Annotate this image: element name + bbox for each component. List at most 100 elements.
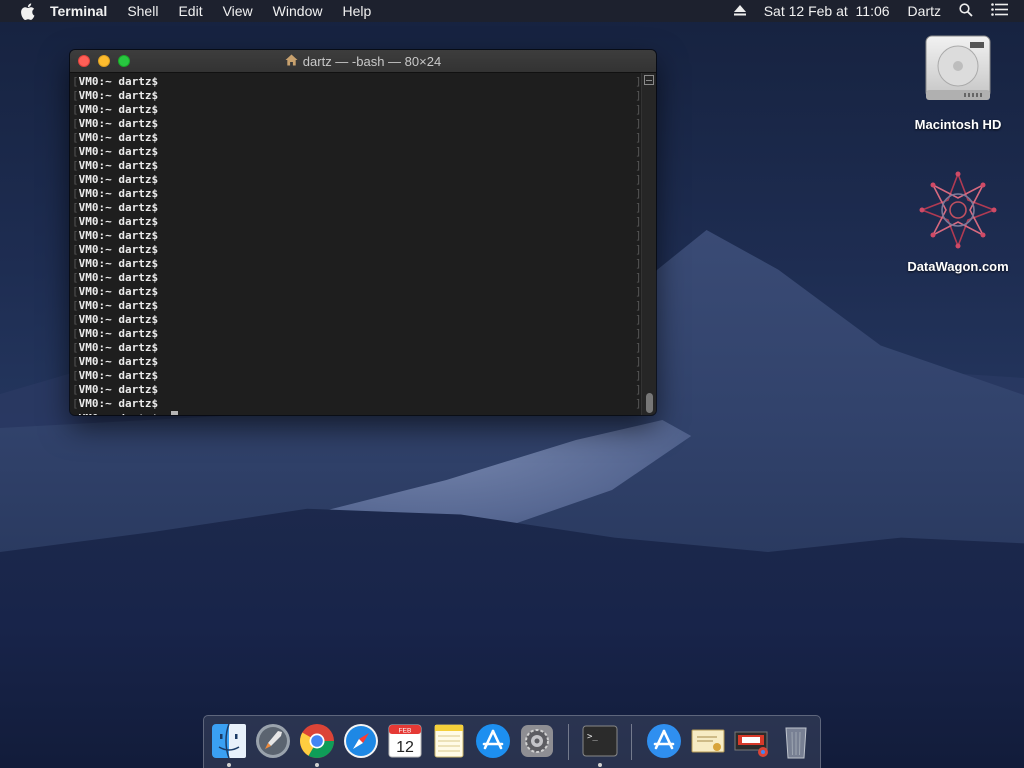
terminal-prompt: VM0:~ dartz$ bbox=[78, 215, 159, 228]
line-marker: [ bbox=[72, 299, 79, 312]
line-marker: [ bbox=[72, 89, 79, 102]
apple-icon[interactable] bbox=[20, 2, 36, 20]
dock-item-downloads[interactable] bbox=[733, 722, 771, 760]
desktop-icon-macintosh-hd[interactable]: Macintosh HD bbox=[903, 32, 1013, 132]
dock-item-safari[interactable] bbox=[342, 722, 380, 760]
dock-item-calendar[interactable]: FEB 12 bbox=[386, 722, 424, 760]
terminal-prompt: VM0:~ dartz$ bbox=[78, 201, 159, 214]
system-preferences-icon bbox=[521, 725, 553, 757]
desktop-icon-datawagon[interactable]: DataWagon.com bbox=[903, 170, 1013, 274]
menu-edit[interactable]: Edit bbox=[178, 3, 202, 19]
terminal-prompt: VM0:~ dartz$ bbox=[78, 229, 159, 242]
terminal-line: [VM0:~ dartz$] bbox=[72, 369, 656, 383]
dock-item-finder[interactable] bbox=[210, 722, 248, 760]
dock-item-applications[interactable] bbox=[645, 722, 683, 760]
terminal-line: [VM0:~ dartz$] bbox=[72, 327, 656, 341]
line-marker: [ bbox=[72, 201, 79, 214]
terminal-prompt: VM0:~ dartz$ bbox=[78, 271, 159, 284]
home-folder-icon bbox=[285, 54, 298, 69]
terminal-prompt: VM0:~ dartz$ bbox=[78, 285, 159, 298]
terminal-output[interactable]: [VM0:~ dartz$] [VM0:~ dartz$] [VM0:~ dartz… bbox=[70, 73, 656, 415]
scrollbar-thumb[interactable] bbox=[646, 393, 653, 413]
terminal-line: [VM0:~ dartz$] bbox=[72, 299, 656, 313]
terminal-input[interactable]: c bbox=[165, 412, 172, 415]
terminal-line: [VM0:~ dartz$] bbox=[72, 173, 656, 187]
terminal-current-line[interactable]: VM0:~ dartz$ c bbox=[72, 411, 656, 415]
terminal-prompt: VM0:~ dartz$ bbox=[79, 412, 158, 415]
running-indicator bbox=[598, 763, 602, 767]
terminal-prompt: VM0:~ dartz$ bbox=[78, 313, 159, 326]
menu-window[interactable]: Window bbox=[273, 3, 323, 19]
dock-item-launchpad[interactable] bbox=[254, 722, 292, 760]
datawagon-logo-icon bbox=[919, 171, 997, 249]
menu-clock[interactable]: Sat 12 Feb at 11:06 bbox=[764, 3, 890, 19]
line-marker: [ bbox=[72, 369, 79, 382]
terminal-scrollbar[interactable] bbox=[641, 73, 656, 415]
terminal-history: [VM0:~ dartz$] [VM0:~ dartz$] [VM0:~ dartz… bbox=[72, 75, 656, 411]
calendar-icon: FEB 12 bbox=[388, 724, 422, 758]
window-controls bbox=[78, 55, 138, 67]
line-marker: [ bbox=[72, 285, 79, 298]
terminal-line: [VM0:~ dartz$] bbox=[72, 103, 656, 117]
line-marker: [ bbox=[72, 103, 79, 116]
menu-view[interactable]: View bbox=[223, 3, 253, 19]
terminal-prompt: VM0:~ dartz$ bbox=[78, 89, 159, 102]
zoom-button[interactable] bbox=[118, 55, 130, 67]
line-marker: [ bbox=[72, 243, 79, 256]
terminal-line: [VM0:~ dartz$] bbox=[72, 397, 656, 411]
terminal-prompt: VM0:~ dartz$ bbox=[78, 131, 159, 144]
terminal-prompt: VM0:~ dartz$ bbox=[78, 103, 159, 116]
spotlight-search-icon[interactable] bbox=[959, 2, 973, 20]
line-marker: [ bbox=[72, 215, 79, 228]
line-marker: [ bbox=[72, 229, 79, 242]
running-indicator bbox=[227, 763, 231, 767]
terminal-line: [VM0:~ dartz$] bbox=[72, 131, 656, 145]
window-title: dartz — -bash — 80×24 bbox=[285, 54, 441, 69]
terminal-prompt: VM0:~ dartz$ bbox=[78, 75, 159, 88]
running-indicator bbox=[315, 763, 319, 767]
split-pane-icon[interactable] bbox=[644, 75, 654, 85]
menu-help[interactable]: Help bbox=[342, 3, 371, 19]
dock-item-chrome[interactable] bbox=[298, 722, 336, 760]
line-marker: [ bbox=[72, 383, 79, 396]
desktop-icon-label: Macintosh HD bbox=[914, 117, 1002, 132]
eject-icon[interactable] bbox=[733, 3, 746, 19]
line-marker: [ bbox=[72, 75, 79, 88]
dock-item-certificate[interactable] bbox=[689, 722, 727, 760]
downloads-stack-icon bbox=[734, 731, 768, 757]
terminal-line: [VM0:~ dartz$] bbox=[72, 383, 656, 397]
dock-item-app-store[interactable] bbox=[474, 722, 512, 760]
terminal-prompt: VM0:~ dartz$ bbox=[78, 383, 159, 396]
dock-item-terminal[interactable]: >_ bbox=[581, 722, 619, 760]
menu-bar-status-area: Sat 12 Feb at 11:06 Dartz bbox=[733, 2, 1024, 20]
notes-icon bbox=[434, 724, 464, 758]
terminal-cursor bbox=[171, 411, 179, 415]
terminal-prompt: VM0:~ dartz$ bbox=[78, 341, 159, 354]
terminal-line: [VM0:~ dartz$] bbox=[72, 187, 656, 201]
menu-user[interactable]: Dartz bbox=[908, 3, 941, 19]
terminal-prompt: VM0:~ dartz$ bbox=[78, 145, 159, 158]
notification-center-icon[interactable] bbox=[991, 3, 1008, 19]
dock-item-notes[interactable] bbox=[430, 722, 468, 760]
certificate-icon bbox=[691, 729, 725, 753]
terminal-titlebar[interactable]: dartz — -bash — 80×24 bbox=[70, 50, 656, 73]
desktop-icon-label: DataWagon.com bbox=[907, 259, 1009, 274]
terminal-icon: >_ bbox=[582, 725, 618, 757]
minimize-button[interactable] bbox=[98, 55, 110, 67]
close-button[interactable] bbox=[78, 55, 90, 67]
dock-item-system-preferences[interactable] bbox=[518, 722, 556, 760]
line-marker: [ bbox=[72, 187, 79, 200]
terminal-line: [VM0:~ dartz$] bbox=[72, 285, 656, 299]
terminal-window[interactable]: dartz — -bash — 80×24 [VM0:~ dartz$] [VM0… bbox=[70, 50, 656, 415]
line-marker: [ bbox=[72, 271, 79, 284]
line-marker: [ bbox=[72, 341, 79, 354]
dock-item-trash[interactable] bbox=[777, 722, 815, 760]
applications-folder-icon bbox=[647, 724, 681, 758]
safari-icon bbox=[344, 724, 378, 758]
menu-shell[interactable]: Shell bbox=[127, 3, 158, 19]
terminal-prompt: VM0:~ dartz$ bbox=[78, 159, 159, 172]
svg-text:>_: >_ bbox=[587, 732, 598, 742]
line-marker: [ bbox=[72, 131, 79, 144]
terminal-prompt: VM0:~ dartz$ bbox=[78, 257, 159, 270]
menu-app-name[interactable]: Terminal bbox=[50, 3, 107, 19]
